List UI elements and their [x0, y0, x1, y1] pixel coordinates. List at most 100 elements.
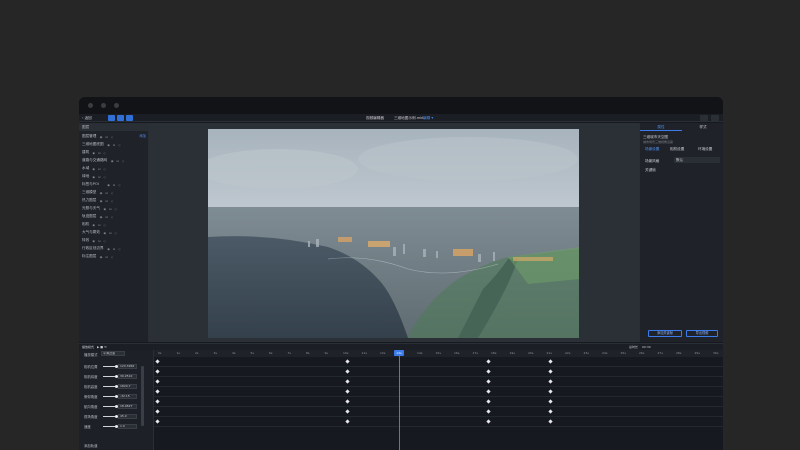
keyframe-diamond[interactable]	[486, 369, 491, 374]
keyframe-track[interactable]	[154, 397, 723, 407]
keyframe-diamond[interactable]	[155, 379, 160, 384]
track-property-value[interactable]: 30.2510	[118, 374, 137, 379]
track-property-value[interactable]: 120.3956	[118, 364, 137, 369]
window-close-dot[interactable]	[88, 103, 93, 108]
playback-mode-select[interactable]: 平滑过渡	[101, 351, 125, 356]
layer-item[interactable]: 光照与天气 ◉ ⊡ ◇	[79, 204, 149, 212]
keyframe-track[interactable]	[154, 407, 723, 417]
layer-visibility-icon[interactable]: ◉ ⊡ ◇	[100, 199, 114, 203]
layer-visibility-icon[interactable]: ◉ ⊡ ◇	[104, 231, 118, 235]
keyframe-diamond[interactable]	[155, 369, 160, 374]
layer-visibility-icon[interactable]: ◉ ⊡ ◇	[107, 247, 121, 251]
add-track-button[interactable]: 添加轨道	[84, 443, 98, 448]
keyframe-diamond[interactable]	[486, 419, 491, 424]
keyframe-track[interactable]	[154, 387, 723, 397]
toolbar-icon-button-2[interactable]	[711, 115, 719, 121]
track-property-value[interactable]: 1820.7	[118, 384, 137, 389]
subtab-scene[interactable]: 场景设置	[645, 147, 659, 152]
keyframe-diamond[interactable]	[548, 389, 553, 394]
keyframe-diamond[interactable]	[345, 419, 350, 424]
city-aerial-scene[interactable]	[208, 129, 579, 338]
mode-dropdown[interactable]: 编辑 ▾	[423, 114, 433, 122]
keyframe-diamond[interactable]	[155, 419, 160, 424]
keyframe-diamond[interactable]	[486, 409, 491, 414]
layer-item[interactable]: 水域 ◉ ⊡ ◇	[79, 164, 149, 172]
toolbar-blue-button-1[interactable]	[108, 115, 115, 121]
tab-style[interactable]: 样式	[682, 123, 723, 131]
layer-visibility-icon[interactable]: ◉ ⊡ ◇	[107, 183, 121, 187]
keyframe-track[interactable]	[154, 367, 723, 377]
window-maximize-dot[interactable]	[114, 103, 119, 108]
layer-item[interactable]: 建筑 ◉ ⊡ ◇	[79, 148, 149, 156]
playhead-marker[interactable]: 12s	[394, 350, 404, 356]
keyframe-diamond[interactable]	[155, 359, 160, 364]
time-ruler[interactable]: 0s1s2s3s4s5s6s7s8s9s10s11s12s13s14s15s16…	[154, 350, 723, 357]
export-video-button[interactable]: 导出视频	[686, 330, 718, 337]
layer-visibility-icon[interactable]: ◉ ⊡ ◇	[107, 143, 121, 147]
keyframe-track[interactable]	[154, 377, 723, 387]
layer-visibility-icon[interactable]: ◉ ⊡ ◇	[92, 175, 106, 179]
toolbar-blue-button-3[interactable]	[126, 115, 133, 121]
toolbar-icon-button-1[interactable]	[700, 115, 708, 121]
keyframe-diamond[interactable]	[345, 379, 350, 384]
keyframe-diamond[interactable]	[345, 389, 350, 394]
layer-visibility-icon[interactable]: ◉ ⊡ ◇	[111, 159, 125, 163]
keyframe-track[interactable]	[154, 357, 723, 367]
subtab-environment[interactable]: 环境设置	[698, 147, 712, 152]
keyframe-diamond[interactable]	[155, 389, 160, 394]
layer-item[interactable]: 道路与交通路网 ◉ ⊡ ◇	[79, 156, 149, 164]
layer-item[interactable]: 标签与POI ◉ ⊡ ◇	[79, 180, 149, 188]
layer-visibility-icon[interactable]: ◉ ⊡ ◇	[92, 223, 106, 227]
layer-visibility-icon[interactable]: ◉ ⊡ ◇	[92, 151, 106, 155]
keyframe-diamond[interactable]	[486, 389, 491, 394]
window-minimize-dot[interactable]	[101, 103, 106, 108]
keyframe-diamond[interactable]	[155, 399, 160, 404]
layer-item[interactable]: 行政区划边界 ◉ ⊡ ◇	[79, 244, 149, 252]
layer-visibility-icon[interactable]: ◉ ⊡ ◇	[100, 215, 114, 219]
keyframe-diamond[interactable]	[548, 409, 553, 414]
keyframe-diamond[interactable]	[548, 359, 553, 364]
layer-item[interactable]: 相机 ◉ ⊡ ◇	[79, 220, 149, 228]
track-property-value[interactable]: -32.15	[118, 394, 137, 399]
keyframe-diamond[interactable]	[486, 379, 491, 384]
add-keyframe-button[interactable]: 添加关键帧	[648, 330, 682, 337]
layer-item[interactable]: 标注图层 ◉ ⊡ ◇	[79, 252, 149, 260]
back-button[interactable]: ‹ 返回	[82, 114, 92, 122]
layer-visibility-icon[interactable]: ◉ ⊡ ◇	[100, 191, 114, 195]
keyframe-diamond[interactable]	[345, 369, 350, 374]
add-layer-link[interactable]: 添加	[139, 132, 146, 140]
track-property-value[interactable]: 18.0827	[118, 404, 137, 409]
subtab-camera[interactable]: 相机设置	[670, 147, 684, 152]
layer-item[interactable]: 热力图层 ◉ ⊡ ◇	[79, 196, 149, 204]
layer-item[interactable]: 图层管理 ◉ ⊡ ◇ 添加	[79, 132, 149, 140]
keyframe-diamond[interactable]	[345, 409, 350, 414]
keyframe-diamond[interactable]	[548, 369, 553, 374]
layer-item[interactable]: 绿地 ◉ ⊡ ◇	[79, 172, 149, 180]
layer-visibility-icon[interactable]: ◉ ⊡ ◇	[92, 239, 106, 243]
layer-visibility-icon[interactable]: ◉ ⊡ ◇	[92, 167, 106, 171]
layer-item[interactable]: 大气与雾效 ◉ ⊡ ◇	[79, 228, 149, 236]
layer-item[interactable]: 三维地图底图 ◉ ⊡ ◇	[79, 140, 149, 148]
track-scrollbar[interactable]	[141, 366, 144, 426]
map-viewport[interactable]	[149, 123, 639, 342]
keyframe-diamond[interactable]	[345, 359, 350, 364]
toolbar-blue-button-2[interactable]	[117, 115, 124, 121]
keyframe-diamond[interactable]	[155, 409, 160, 414]
layer-item[interactable]: 三维模型 ◉ ⊡ ◇	[79, 188, 149, 196]
scene-style-select[interactable]: 默认	[674, 157, 720, 163]
tab-properties[interactable]: 属性	[640, 123, 682, 131]
playhead-line[interactable]	[399, 350, 400, 450]
keyframe-diamond[interactable]	[345, 399, 350, 404]
keyframe-diamond[interactable]	[548, 399, 553, 404]
keyframe-diamond[interactable]	[548, 379, 553, 384]
track-property-value[interactable]: 1.0	[118, 424, 137, 429]
layer-visibility-icon[interactable]: ◉ ⊡ ◇	[100, 255, 114, 259]
layer-visibility-icon[interactable]: ◉ ⊡ ◇	[100, 135, 114, 139]
layer-item[interactable]: 特效 ◉ ⊡ ◇	[79, 236, 149, 244]
keyframe-track[interactable]	[154, 417, 723, 427]
keyframe-diamond[interactable]	[486, 359, 491, 364]
keyframe-diamond[interactable]	[486, 399, 491, 404]
track-property-value[interactable]: 45.0	[118, 414, 137, 419]
layer-item[interactable]: 轨迹图层 ◉ ⊡ ◇	[79, 212, 149, 220]
layer-visibility-icon[interactable]: ◉ ⊡ ◇	[104, 207, 118, 211]
